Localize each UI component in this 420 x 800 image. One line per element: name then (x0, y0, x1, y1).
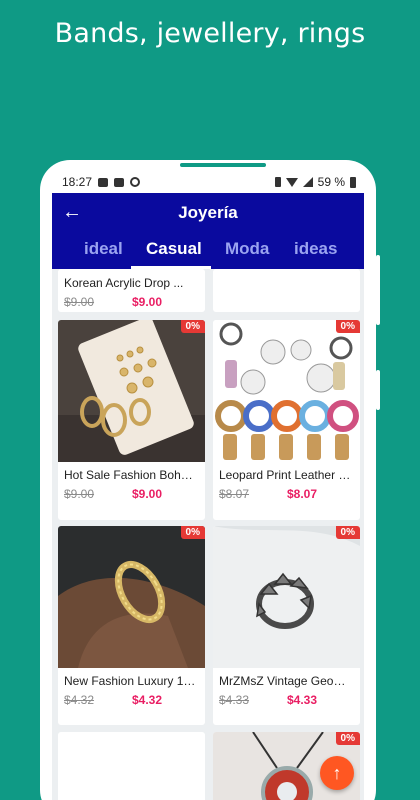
product-image: 0% (58, 320, 205, 462)
product-image: 0% (58, 526, 205, 668)
chain-bracelet-image (58, 526, 205, 668)
tab-bar: ideal Casual Moda ideas (52, 233, 364, 269)
vibrate-icon (274, 177, 281, 187)
product-title: MrZMsZ Vintage Geometric Hollow Ring... (219, 674, 360, 688)
product-card[interactable]: Korean Acrylic Drop ... $9.00 $9.00 (58, 269, 205, 312)
product-title: Leopard Print Leather Bracelet Wristlet … (219, 468, 360, 482)
discount-badge: 0% (180, 526, 205, 539)
product-card[interactable] (213, 269, 360, 312)
battery-level: 59 % (317, 175, 345, 189)
phone-power-button (376, 370, 380, 410)
at-icon (130, 177, 141, 187)
page-title: Joyería (178, 203, 238, 222)
phone-volume-button (376, 255, 380, 325)
product-image: 0% (213, 320, 360, 462)
product-old-price: $9.00 (64, 295, 95, 309)
product-price: $9.00 (132, 487, 163, 501)
signal-icon (302, 177, 313, 187)
arrow-up-icon[interactable]: ↑ (320, 756, 354, 790)
battery-icon (350, 176, 356, 188)
app-bar: ← Joyería (52, 193, 364, 233)
product-card[interactable]: 0% Hot Sale Fashion Bohemian Earrings Se… (58, 320, 205, 520)
tab-casual[interactable]: Casual (146, 239, 202, 259)
product-price: $4.33 (287, 693, 318, 707)
discount-badge: 0% (335, 526, 360, 539)
product-old-price: $8.07 (219, 487, 250, 501)
youtube-icon (98, 177, 109, 187)
product-card[interactable]: 0% MrZMsZ Vintage Geometric Hollow Ring.… (213, 526, 360, 725)
product-price: $9.00 (132, 295, 163, 309)
arrow-left-icon[interactable]: ← (62, 201, 82, 223)
product-price: $4.32 (132, 693, 163, 707)
discount-badge: 0% (180, 320, 205, 333)
product-image: 0% (213, 526, 360, 668)
product-title: Hot Sale Fashion Bohemian Earrings Set..… (64, 468, 205, 482)
phone-frame: 18:27 59 % ← Joyería ideal Casual Moda i… (40, 160, 376, 800)
discount-badge: 0% (335, 320, 360, 333)
image-icon (114, 177, 125, 187)
product-old-price: $4.32 (64, 693, 95, 707)
product-title: Korean Acrylic Drop ... (64, 276, 184, 290)
phone-speaker (180, 163, 266, 167)
product-old-price: $9.00 (64, 487, 95, 501)
wifi-icon (285, 177, 298, 187)
tab-ideas[interactable]: ideas (294, 239, 337, 259)
product-price: $8.07 (287, 487, 318, 501)
app-screen: 18:27 59 % ← Joyería ideal Casual Moda i… (52, 171, 364, 800)
promo-headline: Bands, jewellery, rings (54, 18, 366, 49)
product-card[interactable] (58, 732, 205, 800)
product-card[interactable]: 0% Leopard Print Leather Bracelet Wristl… (213, 320, 360, 520)
tab-moda[interactable]: Moda (225, 239, 269, 259)
ring-image (213, 526, 360, 668)
tab-ideal[interactable]: ideal (84, 239, 123, 259)
product-card[interactable]: 0% New Fashion Luxury 12mm Iced Out Cuba… (58, 526, 205, 725)
product-old-price: $4.33 (219, 693, 250, 707)
status-time: 18:27 (62, 175, 93, 189)
product-title: New Fashion Luxury 12mm Iced Out Cuban .… (64, 674, 205, 688)
bracelet-keychain-image (213, 320, 360, 462)
status-bar: 18:27 59 % (52, 171, 364, 193)
discount-badge: 0% (335, 732, 360, 745)
earrings-image (58, 320, 205, 462)
